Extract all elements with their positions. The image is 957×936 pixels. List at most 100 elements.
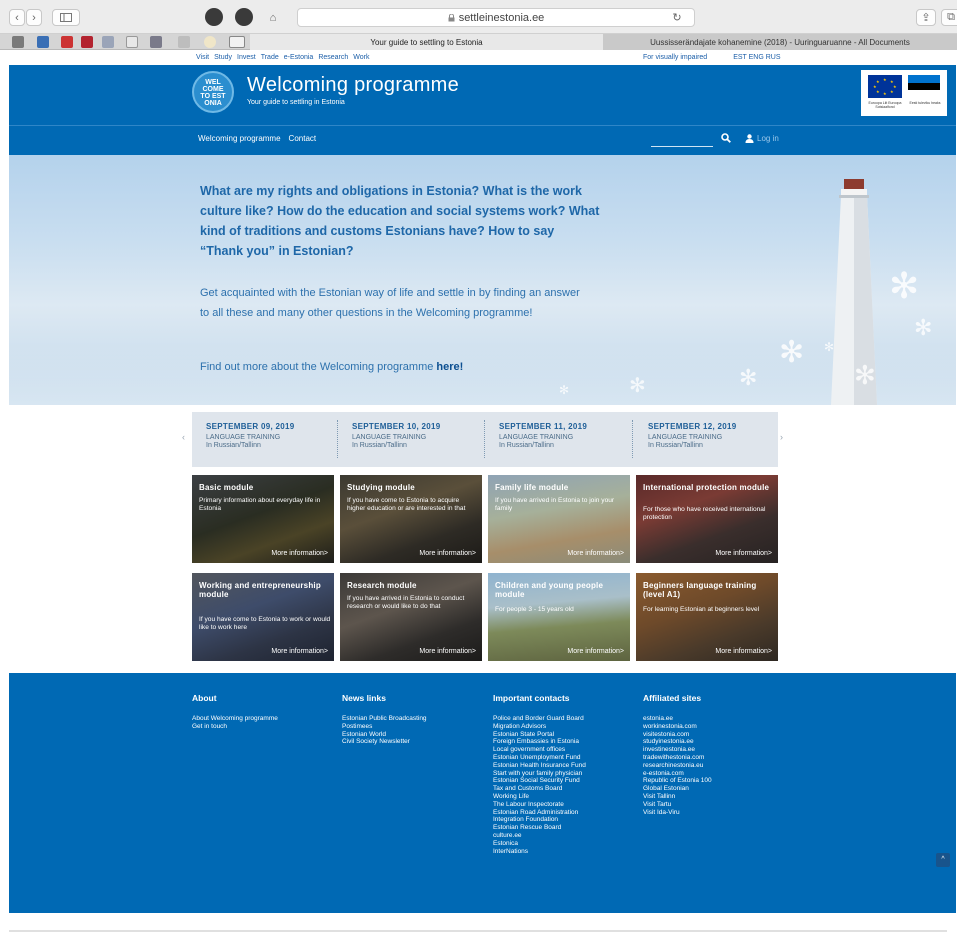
footer-link[interactable]: investinestonia.ee — [643, 746, 712, 754]
favorite-circle-icon[interactable] — [204, 36, 216, 48]
footer-link[interactable]: Visit Ida-Viru — [643, 809, 712, 817]
search-icon[interactable] — [721, 133, 731, 143]
footer-link[interactable]: studyinestonia.ee — [643, 738, 712, 746]
back-button[interactable]: ‹ — [9, 9, 25, 26]
top-link-study[interactable]: Study — [214, 54, 232, 61]
footer-link[interactable]: Migration Advisors — [493, 723, 586, 731]
footer-link[interactable]: Global Estonian — [643, 785, 712, 793]
footer-link[interactable]: Foreign Embassies in Estonia — [493, 738, 586, 746]
favorite-k-icon[interactable] — [12, 36, 24, 48]
footer-link[interactable]: culture.ee — [493, 832, 586, 840]
footer-link[interactable]: Postimees — [342, 723, 427, 731]
footer-link[interactable]: Visit Tartu — [643, 801, 712, 809]
favorite-rsa-icon[interactable] — [229, 36, 245, 48]
footer-link[interactable]: Local government offices — [493, 746, 586, 754]
more-information-link[interactable]: More information> — [567, 648, 624, 655]
event-item[interactable]: SEPTEMBER 09, 2019 LANGUAGE TRAINING In … — [206, 422, 336, 450]
top-link-visit[interactable]: Visit — [196, 54, 209, 61]
forward-button[interactable]: › — [26, 9, 42, 26]
nav-item-welcoming-programme[interactable]: Welcoming programme — [198, 134, 281, 143]
footer-link[interactable]: Estonian Road Administration — [493, 809, 586, 817]
visually-impaired-link[interactable]: For visually impaired — [643, 54, 707, 61]
footer-link[interactable]: Civil Society Newsletter — [342, 738, 427, 746]
reader-icon[interactable]: ⌂ — [262, 9, 284, 26]
carousel-prev-icon[interactable]: ‹ — [182, 432, 185, 442]
more-information-link[interactable]: More information> — [419, 550, 476, 557]
footer-link[interactable]: Tax and Customs Board — [493, 785, 586, 793]
module-international-protection[interactable]: International protection module For thos… — [636, 475, 778, 563]
footer-link[interactable]: Working Life — [493, 793, 586, 801]
footer-link[interactable]: visitestonia.com — [643, 731, 712, 739]
more-information-link[interactable]: More information> — [419, 648, 476, 655]
footer-link[interactable]: InterNations — [493, 848, 586, 856]
footer-link[interactable]: estonia.ee — [643, 715, 712, 723]
pinterest-extension-icon[interactable] — [205, 8, 223, 26]
footer-link[interactable]: tradewithestonia.com — [643, 754, 712, 762]
back-to-top-button[interactable]: ^ — [936, 853, 950, 867]
address-bar[interactable]: settleinestonia.ee — [297, 8, 695, 27]
footer-link[interactable]: Estonian Health Insurance Fund — [493, 762, 586, 770]
favorite-translate-icon[interactable] — [37, 36, 49, 48]
vpn-extension-icon[interactable] — [235, 8, 253, 26]
event-item[interactable]: SEPTEMBER 11, 2019 LANGUAGE TRAINING In … — [499, 422, 629, 450]
here-link[interactable]: here! — [436, 361, 463, 373]
footer-link[interactable]: About Welcoming programme — [192, 715, 278, 723]
share-button[interactable]: ⇪ — [916, 9, 936, 26]
site-title[interactable]: Welcoming programme — [247, 74, 459, 97]
footer-link[interactable]: Police and Border Guard Board — [493, 715, 586, 723]
user-icon[interactable] — [745, 134, 754, 143]
search-input[interactable] — [651, 146, 713, 147]
footer-link[interactable]: Get in touch — [192, 723, 278, 731]
footer-link[interactable]: Integration Foundation — [493, 816, 586, 824]
footer-link[interactable]: e-estonia.com — [643, 770, 712, 778]
module-research[interactable]: Research module If you have arrived in E… — [340, 573, 482, 661]
carousel-next-icon[interactable]: › — [780, 432, 783, 442]
new-tab-button[interactable]: ⧉ — [941, 9, 957, 26]
footer-link[interactable]: Visit Tallinn — [643, 793, 712, 801]
more-information-link[interactable]: More information> — [567, 550, 624, 557]
more-information-link[interactable]: More information> — [271, 648, 328, 655]
footer-link[interactable]: Estonian Social Security Fund — [493, 777, 586, 785]
top-link-trade[interactable]: Trade — [261, 54, 279, 61]
tab-documents[interactable]: Uussisserändajate kohanemine (2018) - Uu… — [603, 34, 957, 50]
tab-active[interactable]: Your guide to settling to Estonia — [250, 34, 603, 50]
footer-link[interactable]: researchinestonia.eu — [643, 762, 712, 770]
login-link[interactable]: Log in — [757, 134, 779, 143]
reload-icon[interactable]: ↻ — [670, 9, 684, 26]
module-family-life[interactable]: Family life module If you have arrived i… — [488, 475, 630, 563]
favorite-s-icon[interactable] — [150, 36, 162, 48]
favorite-search-icon[interactable] — [102, 36, 114, 48]
top-link-invest[interactable]: Invest — [237, 54, 256, 61]
top-link-work[interactable]: Work — [353, 54, 369, 61]
footer-link[interactable]: Republic of Estonia 100 — [643, 777, 712, 785]
language-links[interactable]: EST ENG RUS — [733, 54, 780, 61]
more-information-link[interactable]: More information> — [715, 648, 772, 655]
module-working-entrepreneurship[interactable]: Working and entrepreneurship module If y… — [192, 573, 334, 661]
more-information-link[interactable]: More information> — [271, 550, 328, 557]
footer-link[interactable]: Estonian Unemployment Fund — [493, 754, 586, 762]
footer-link[interactable]: Estonian World — [342, 731, 427, 739]
top-link-e-estonia[interactable]: e-Estonia — [284, 54, 314, 61]
module-studying[interactable]: Studying module If you have come to Esto… — [340, 475, 482, 563]
footer-link[interactable]: The Labour Inspectorate — [493, 801, 586, 809]
footer-link[interactable]: workinestonia.com — [643, 723, 712, 731]
footer-link[interactable]: Estonica — [493, 840, 586, 848]
favorite-page-icon[interactable] — [126, 36, 138, 48]
sidebar-toggle-button[interactable] — [52, 9, 80, 26]
favorite-a-icon[interactable] — [81, 36, 93, 48]
top-link-research[interactable]: Research — [318, 54, 348, 61]
event-item[interactable]: SEPTEMBER 10, 2019 LANGUAGE TRAINING In … — [352, 422, 482, 450]
more-information-link[interactable]: More information> — [715, 550, 772, 557]
nav-item-contact[interactable]: Contact — [289, 134, 317, 143]
favorite-flag-icon[interactable] — [61, 36, 73, 48]
footer-link[interactable]: Start with your family physician — [493, 770, 586, 778]
welcome-to-estonia-logo[interactable]: WEL COME TO EST ONIA — [192, 71, 234, 113]
footer-link[interactable]: Estonian Public Broadcasting — [342, 715, 427, 723]
footer-link[interactable]: Estonian State Portal — [493, 731, 586, 739]
footer-link[interactable]: Estonian Rescue Board — [493, 824, 586, 832]
module-children-young-people[interactable]: Children and young people module For peo… — [488, 573, 630, 661]
event-item[interactable]: SEPTEMBER 12, 2019 LANGUAGE TRAINING In … — [648, 422, 778, 450]
module-basic[interactable]: Basic module Primary information about e… — [192, 475, 334, 563]
module-beginners-language-training[interactable]: Beginners language training (level A1) F… — [636, 573, 778, 661]
favorite-shield-icon[interactable] — [178, 36, 190, 48]
